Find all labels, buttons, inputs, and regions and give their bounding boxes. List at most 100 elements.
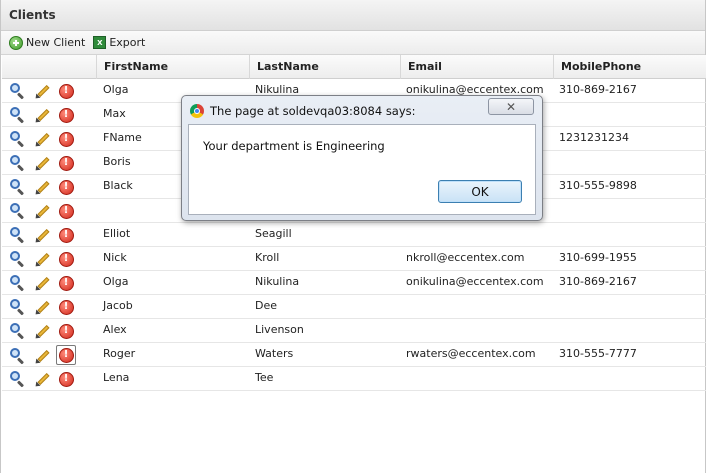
delete-button[interactable]: ! — [57, 202, 75, 220]
column-header-actions — [2, 55, 96, 79]
view-button[interactable] — [9, 82, 27, 100]
cell-mobilephone: 310-555-7777 — [559, 347, 637, 360]
pencil-icon — [33, 323, 50, 341]
table-row[interactable]: ! Roger Waters rwaters@eccentex.com 310-555-… — [2, 343, 706, 367]
row-actions: ! — [9, 370, 81, 389]
edit-button[interactable] — [33, 82, 51, 101]
table-row[interactable]: ! Alex Livenson — [2, 319, 706, 343]
ok-button[interactable]: OK — [438, 180, 522, 203]
delete-button[interactable]: ! — [57, 250, 75, 268]
cell-lastname: Dee — [255, 299, 278, 312]
delete-button[interactable]: ! — [57, 154, 75, 172]
delete-button[interactable]: ! — [57, 274, 75, 292]
row-actions: ! — [9, 154, 81, 173]
warning-icon: ! — [58, 299, 74, 315]
cell-mobilephone: 310-869-2167 — [559, 275, 637, 288]
row-actions: ! — [9, 226, 81, 245]
magnifier-icon — [10, 371, 26, 388]
delete-button[interactable]: ! — [57, 178, 75, 196]
delete-button[interactable]: ! — [57, 226, 75, 244]
edit-button[interactable] — [33, 154, 51, 173]
cell-lastname: Kroll — [255, 251, 280, 264]
cell-email: onikulina@eccentex.com — [406, 275, 544, 288]
warning-icon: ! — [58, 203, 74, 219]
pencil-icon — [33, 83, 50, 101]
edit-button[interactable] — [33, 298, 51, 317]
delete-button[interactable]: ! — [57, 322, 75, 340]
dialog-close-button[interactable]: ✕ — [488, 98, 534, 115]
edit-button[interactable] — [33, 130, 51, 149]
column-header-firstname[interactable]: FirstName — [96, 55, 249, 79]
edit-button[interactable] — [33, 106, 51, 125]
pencil-icon — [33, 371, 50, 389]
view-button[interactable] — [9, 274, 27, 292]
new-client-button[interactable]: New Client — [9, 35, 86, 50]
pencil-icon — [33, 227, 50, 245]
edit-button[interactable] — [33, 250, 51, 269]
row-actions: ! — [9, 178, 81, 197]
magnifier-icon — [10, 227, 26, 244]
edit-button[interactable] — [33, 202, 51, 221]
export-button[interactable]: X Export — [93, 36, 145, 49]
column-header-mobilephone[interactable]: MobilePhone — [553, 55, 706, 79]
view-button[interactable] — [9, 226, 27, 244]
magnifier-icon — [10, 299, 26, 316]
delete-button[interactable]: ! — [56, 345, 76, 365]
magnifier-icon — [10, 251, 26, 268]
magnifier-icon — [10, 179, 26, 196]
row-actions: ! — [9, 130, 81, 149]
cell-lastname: Livenson — [255, 323, 304, 336]
delete-button[interactable]: ! — [57, 106, 75, 124]
view-button[interactable] — [9, 106, 27, 124]
delete-button[interactable]: ! — [57, 370, 75, 388]
new-client-label: New Client — [26, 36, 86, 49]
view-button[interactable] — [9, 298, 27, 316]
view-button[interactable] — [9, 347, 27, 365]
panel-title: Clients — [1, 0, 705, 31]
clients-panel: Clients New Client X Export FirstName La… — [0, 0, 706, 473]
table-row[interactable]: ! Elliot Seagill — [2, 223, 706, 247]
table-row[interactable]: ! Lena Tee — [2, 367, 706, 391]
table-row[interactable]: ! Jacob Dee — [2, 295, 706, 319]
row-actions: ! — [9, 322, 81, 341]
row-actions: ! — [9, 106, 81, 125]
column-header-email[interactable]: Email — [400, 55, 553, 79]
table-row[interactable]: ! Olga Nikulina onikulina@eccentex.com 310-8… — [2, 271, 706, 295]
view-button[interactable] — [9, 322, 27, 340]
edit-button[interactable] — [33, 274, 51, 293]
cell-firstname: FName — [103, 131, 142, 144]
edit-button[interactable] — [33, 370, 51, 389]
cell-firstname: Black — [103, 179, 133, 192]
view-button[interactable] — [9, 250, 27, 268]
warning-icon: ! — [58, 83, 74, 99]
edit-button[interactable] — [33, 178, 51, 197]
cell-lastname: Seagill — [255, 227, 292, 240]
warning-icon: ! — [58, 227, 74, 243]
pencil-icon — [33, 348, 50, 366]
cell-firstname: Boris — [103, 155, 131, 168]
view-button[interactable] — [9, 202, 27, 220]
view-button[interactable] — [9, 130, 27, 148]
view-button[interactable] — [9, 154, 27, 172]
edit-button[interactable] — [33, 322, 51, 341]
table-row[interactable]: ! Nick Kroll nkroll@eccentex.com 310-699-195… — [2, 247, 706, 271]
magnifier-icon — [10, 131, 26, 148]
delete-button[interactable]: ! — [57, 130, 75, 148]
row-actions: ! — [9, 298, 81, 317]
column-header-lastname[interactable]: LastName — [249, 55, 400, 79]
view-button[interactable] — [9, 178, 27, 196]
delete-button[interactable]: ! — [57, 82, 75, 100]
edit-button[interactable] — [33, 347, 51, 366]
warning-icon: ! — [58, 155, 74, 171]
magnifier-icon — [10, 83, 26, 100]
pencil-icon — [33, 203, 50, 221]
warning-icon: ! — [58, 323, 74, 339]
view-button[interactable] — [9, 370, 27, 388]
dialog-titlebar: The page at soldevqa03:8084 says: — [190, 102, 416, 120]
cell-firstname: Roger — [103, 347, 136, 360]
row-actions: ! — [9, 274, 81, 293]
toolbar: New Client X Export — [1, 31, 705, 55]
cell-lastname: Waters — [255, 347, 294, 360]
delete-button[interactable]: ! — [57, 298, 75, 316]
edit-button[interactable] — [33, 226, 51, 245]
